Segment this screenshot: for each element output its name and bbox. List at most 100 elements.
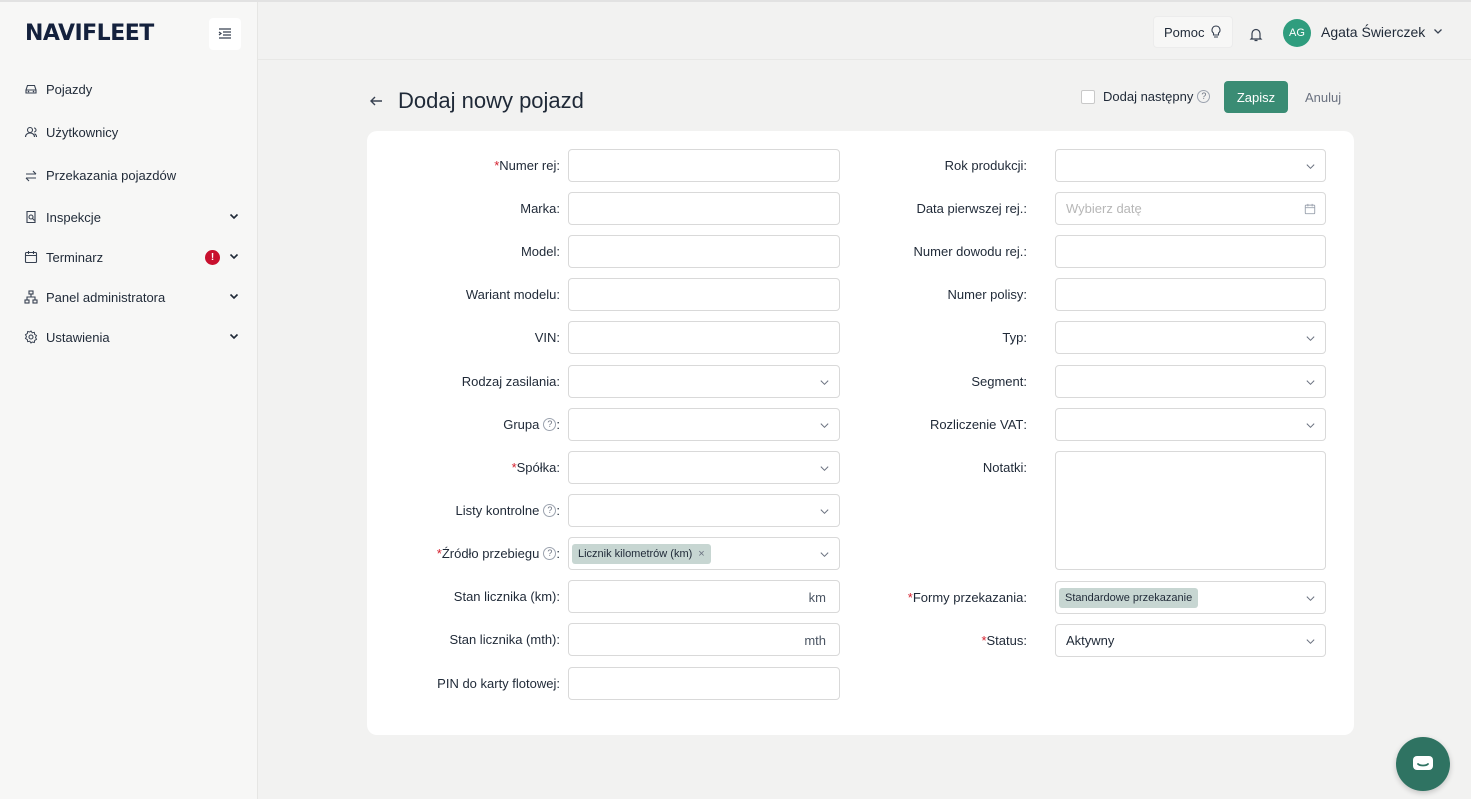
sidebar-item-przekazania[interactable]: Przekazania pojazdów [0,154,258,197]
chevron-down-icon [1306,639,1315,645]
sidebar-nav: Pojazdy Użytkownicy Przekazania pojazdów… [0,68,258,357]
typ-select[interactable] [1055,321,1326,354]
chevron-down-icon [229,253,239,260]
alert-badge: ! [205,250,220,265]
zasilanie-select[interactable] [568,365,840,398]
selected-tag: Licznik kilometrów (km) × [572,543,711,564]
dowod-input[interactable] [1055,235,1326,268]
form-row-marka: Marka: [367,192,847,225]
field-label: Numer polisy: [947,287,1027,302]
form-row-status: * Status: Aktywny [847,624,1354,657]
data-rej-datepicker[interactable]: Wybierz datę [1055,192,1326,225]
form-row-model: Model: [367,235,847,268]
stan-mth-input[interactable]: mth [568,623,840,656]
chevron-down-icon [1306,336,1315,342]
notifications-button[interactable] [1242,20,1270,48]
cancel-button[interactable]: Anuluj [1298,81,1348,113]
sidebar-item-inspekcje[interactable]: Inspekcje [0,197,258,237]
field-label: Notatki: [982,460,1027,475]
form-row-stan-mth: Stan licznika (mth): mth [367,623,847,656]
sidebar: NAVIFLEET Pojazdy Użytkownicy Przekazani… [0,2,258,799]
collapse-sidebar-button[interactable] [209,18,241,50]
chat-widget-button[interactable] [1396,737,1450,791]
help-label: Pomoc [1164,24,1205,40]
unit-suffix: mth [804,633,826,648]
sidebar-item-uzytkownicy[interactable]: Użytkownicy [0,110,258,154]
field-label: VIN: [534,330,560,345]
calendar-icon [1304,203,1316,215]
marka-input[interactable] [568,192,840,225]
sidebar-item-label: Przekazania pojazdów [46,168,177,183]
form-row-data-rej: Data pierwszej rej.: Wybierz datę [847,192,1354,225]
form-row-pin: PIN do karty flotowej: [367,667,847,700]
form-row-segment: Segment: [847,365,1354,398]
checkbox[interactable] [1081,89,1095,104]
page-title: Dodaj nowy pojazd [398,88,584,113]
form-row-polisa: Numer polisy: [847,278,1354,311]
sidebar-item-panel-administratora[interactable]: Panel administratora [0,277,258,317]
chevron-down-icon [229,213,239,220]
field-label: Listy kontrolne?: [455,503,560,518]
status-select[interactable]: Aktywny [1055,624,1326,657]
form-row-spolka: * Spółka: [367,451,847,484]
rok-produkcji-select[interactable] [1055,149,1326,182]
chevron-down-icon [1306,164,1315,170]
close-icon[interactable]: × [698,548,704,560]
field-label: * Źródło przebiegu?: [436,546,560,561]
selected-tag: Standardowe przekazanie [1059,587,1199,608]
sidebar-item-label: Panel administratora [46,289,166,305]
sidebar-item-terminarz[interactable]: Terminarz ! [0,237,258,277]
field-label: Wariant modelu: [465,287,560,302]
transfer-icon [24,169,38,183]
vat-select[interactable] [1055,408,1326,441]
segment-select[interactable] [1055,365,1326,398]
form-row-vat: Rozliczenie VAT: [847,408,1354,441]
sidebar-item-label: Terminarz [46,249,104,265]
user-name[interactable]: Agata Świerczek [1321,24,1425,40]
back-arrow-icon[interactable] [368,93,384,109]
chat-icon [1413,756,1433,770]
sidebar-item-label: Ustawienia [46,329,110,345]
notatki-textarea[interactable] [1055,451,1326,570]
field-label: Marka: [520,201,560,216]
numer-rej-input[interactable] [568,149,840,182]
grupa-select[interactable] [568,408,840,441]
formy-przekazania-select[interactable]: Standardowe przekazanie [1055,581,1326,614]
field-label: * Formy przekazania: [907,590,1027,605]
pin-input[interactable] [568,667,840,700]
sidebar-item-label: Użytkownicy [46,124,119,140]
field-label: Data pierwszej rej.: [916,201,1027,216]
spolka-select[interactable] [568,451,840,484]
stan-km-input[interactable]: km [568,580,840,613]
chevron-down-icon[interactable] [1432,25,1444,37]
chevron-down-icon [820,466,829,472]
field-label: PIN do karty flotowej: [437,676,560,691]
app-logo[interactable]: NAVIFLEET [25,21,154,46]
field-label: Stan licznika (mth): [449,632,560,647]
help-circle-icon: ? [543,504,557,517]
form-row-vin: VIN: [367,321,847,354]
sidebar-item-pojazdy[interactable]: Pojazdy [0,68,258,110]
add-next-checkbox[interactable]: Dodaj następny ? [1081,89,1211,104]
chevron-down-icon [820,423,829,429]
form-row-typ: Typ: [847,321,1354,354]
save-button[interactable]: Zapisz [1224,81,1288,113]
chevron-down-icon [1306,423,1315,429]
listy-kontrolne-select[interactable] [568,494,840,527]
add-next-label: Dodaj następny [1103,89,1194,104]
polisa-input[interactable] [1055,278,1326,311]
help-circle-icon: ? [543,547,557,560]
sidebar-item-ustawienia[interactable]: Ustawienia [0,317,258,357]
avatar[interactable]: AG [1283,19,1311,47]
field-label: * Spółka: [511,460,560,475]
unit-suffix: km [808,590,826,605]
form-row-wariant: Wariant modelu: [367,278,847,311]
chevron-down-icon [229,333,239,340]
chevron-down-icon [1306,596,1315,602]
zrodlo-przebiegu-select[interactable]: Licznik kilometrów (km) × [568,537,840,570]
model-input[interactable] [568,235,840,268]
wariant-input[interactable] [568,278,840,311]
form-row-stan-km: Stan licznika (km): km [367,580,847,613]
vin-input[interactable] [568,321,840,354]
help-button[interactable]: Pomoc [1153,16,1234,48]
